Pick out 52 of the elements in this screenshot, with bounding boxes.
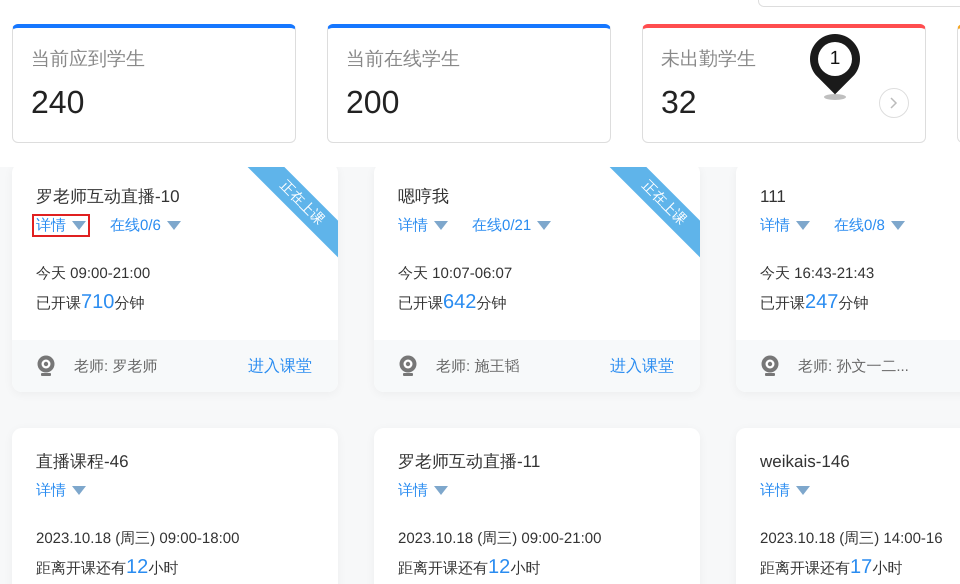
teacher-name: 老师: 施王韬 <box>436 356 520 376</box>
caret-icon <box>72 486 86 495</box>
class-time: 今天 16:43-21:43 <box>760 265 874 283</box>
caret-icon <box>890 221 905 230</box>
chevron-right-icon <box>889 97 899 109</box>
caret-icon <box>434 486 448 495</box>
details-dropdown[interactable]: 详情 <box>32 214 90 237</box>
details-dropdown[interactable]: 详情 <box>756 479 814 502</box>
online-dropdown[interactable]: 在线0/8 <box>830 214 909 237</box>
teacher-name: 老师: 孙文一二... <box>798 356 910 376</box>
class-duration: 已开课247分钟 <box>760 293 868 313</box>
details-dropdown[interactable]: 详情 <box>394 214 452 237</box>
course-title: 嗯哼我 <box>398 186 449 208</box>
class-time: 2023.10.18 (周三) 09:00-21:00 <box>398 530 602 548</box>
course-title: 111 <box>760 186 786 208</box>
stat-value: 200 <box>346 84 400 121</box>
stat-value: 240 <box>31 84 84 121</box>
enter-classroom-link[interactable]: 进入课堂 <box>610 356 674 376</box>
course-title: weikais-146 <box>760 451 850 473</box>
class-time: 今天 09:00-21:00 <box>36 265 150 283</box>
class-duration: 距离开课还有12小时 <box>398 558 540 578</box>
caret-icon <box>72 221 86 230</box>
details-dropdown[interactable]: 详情 <box>394 479 452 502</box>
webcam-icon <box>398 355 418 377</box>
details-dropdown[interactable]: 详情 <box>32 479 90 502</box>
caret-icon <box>796 221 810 230</box>
class-time: 2023.10.18 (周三) 09:00-18:00 <box>36 530 240 548</box>
teacher-name: 老师: 罗老师 <box>74 356 158 376</box>
class-time: 2023.10.18 (周三) 14:00-16 <box>760 530 943 548</box>
class-time: 今天 10:07-06:07 <box>398 265 512 283</box>
webcam-icon <box>760 355 780 377</box>
caret-icon <box>434 221 448 230</box>
course-title: 罗老师互动直播-11 <box>398 451 540 473</box>
arrow-button[interactable] <box>879 88 909 118</box>
webcam-icon <box>36 355 56 377</box>
enter-classroom-link[interactable]: 进入课堂 <box>248 356 312 376</box>
class-duration: 已开课642分钟 <box>398 293 506 313</box>
stat-value: 32 <box>661 84 697 121</box>
caret-icon <box>166 221 181 230</box>
stat-label: 当前应到学生 <box>31 48 145 72</box>
class-duration: 距离开课还有12小时 <box>36 558 178 578</box>
details-dropdown[interactable]: 详情 <box>756 214 814 237</box>
stat-label: 当前在线学生 <box>346 48 460 72</box>
stat-label: 未出勤学生 <box>661 48 756 72</box>
course-title: 罗老师互动直播-10 <box>36 186 180 208</box>
class-duration: 已开课710分钟 <box>36 293 144 313</box>
online-dropdown[interactable]: 在线0/6 <box>106 214 185 237</box>
caret-icon <box>796 486 810 495</box>
caret-icon <box>537 221 552 230</box>
online-dropdown[interactable]: 在线0/21 <box>468 214 556 237</box>
class-duration: 距离开课还有17小时 <box>760 558 902 578</box>
course-title: 直播课程-46 <box>36 451 129 473</box>
